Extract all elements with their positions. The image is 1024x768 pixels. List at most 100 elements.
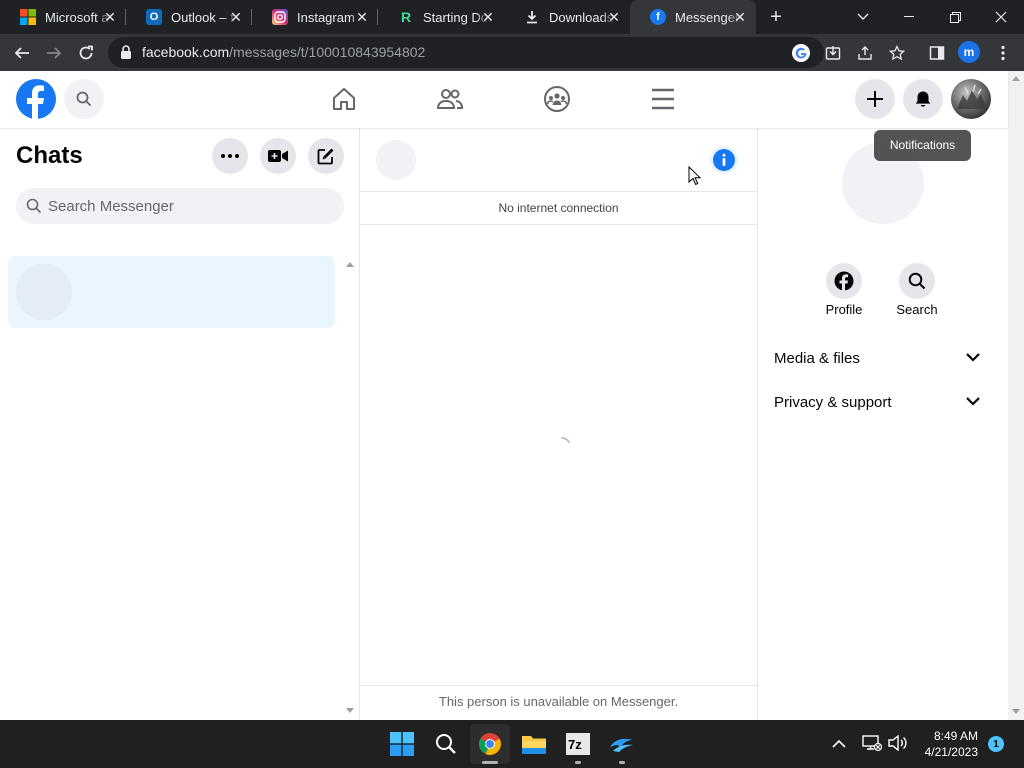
svg-text:7z: 7z: [568, 737, 582, 752]
url-host: facebook.com: [142, 44, 230, 60]
running-indicator: [575, 761, 581, 764]
account-avatar[interactable]: [951, 79, 991, 119]
details-panel: Profile Search Media & files Privacy & s…: [758, 128, 1008, 720]
7zip-icon[interactable]: 7z: [558, 724, 598, 764]
facebook-logo-icon[interactable]: [16, 79, 56, 119]
connection-status: No internet connection: [498, 201, 619, 215]
running-indicator: [482, 761, 498, 764]
notifications-tooltip: Notifications: [874, 130, 971, 161]
divider: [360, 685, 757, 686]
close-icon[interactable]: ✕: [480, 9, 496, 25]
download-icon: [524, 9, 540, 25]
instagram-icon: [272, 9, 288, 25]
network-icon[interactable]: [862, 734, 883, 757]
windows-taskbar: 7z 8:49 AM 4/21/2023 1: [0, 720, 1024, 768]
dolphin-app-icon[interactable]: [602, 724, 642, 764]
tab-outlook[interactable]: O Outlook – f ✕: [126, 0, 252, 34]
show-hidden-icons-icon[interactable]: [832, 736, 846, 754]
close-icon[interactable]: ✕: [732, 9, 748, 25]
tab-downloads[interactable]: Downloads ✕: [504, 0, 630, 34]
windows-start-icon[interactable]: [382, 724, 422, 764]
chat-list-item[interactable]: [8, 256, 335, 328]
google-icon[interactable]: [792, 44, 810, 62]
tab-instagram[interactable]: Instagram - ✕: [252, 0, 378, 34]
video-call-icon[interactable]: [260, 138, 296, 174]
facebook-header: [0, 71, 1008, 128]
chat-avatar-placeholder: [16, 264, 72, 320]
page-scrollbar[interactable]: [1008, 71, 1024, 720]
conversation-info-icon[interactable]: [710, 146, 738, 174]
url-path: /messages/t/100010843954802: [229, 44, 426, 60]
file-explorer-icon[interactable]: [514, 724, 554, 764]
new-message-icon[interactable]: [308, 138, 344, 174]
profile-action-label: Profile: [825, 302, 863, 317]
restore-button[interactable]: [932, 0, 978, 34]
menu-icon[interactable]: [650, 86, 676, 112]
share-icon[interactable]: [852, 40, 878, 66]
more-options-icon[interactable]: [212, 138, 248, 174]
groups-icon[interactable]: [543, 85, 571, 113]
notifications-bell-icon[interactable]: [903, 79, 943, 119]
tab-search-icon[interactable]: [840, 0, 886, 34]
bookmark-star-icon[interactable]: [884, 40, 910, 66]
close-icon[interactable]: ✕: [102, 9, 118, 25]
new-tab-button[interactable]: +: [764, 5, 788, 29]
chevron-down-icon: [966, 397, 980, 406]
minimize-button[interactable]: [886, 0, 932, 34]
search-icon: [26, 198, 42, 219]
conversation-panel: No internet connection This person is un…: [360, 128, 758, 720]
profile-avatar[interactable]: m: [958, 41, 980, 63]
browser-tab-strip: Microsoft a ✕ O Outlook – f ✕ Instagram …: [0, 0, 1024, 34]
forward-button[interactable]: [41, 40, 67, 66]
search-icon[interactable]: [64, 79, 104, 119]
running-indicator: [619, 761, 625, 764]
side-panel-icon[interactable]: [924, 40, 950, 66]
chat-list-scrollbar[interactable]: [342, 256, 358, 718]
r-app-icon: R: [400, 9, 412, 25]
outlook-icon: O: [146, 9, 162, 25]
media-files-section[interactable]: Media & files: [766, 342, 996, 374]
create-icon[interactable]: [855, 79, 895, 119]
lock-icon[interactable]: [120, 45, 132, 64]
search-action-button[interactable]: [899, 263, 935, 299]
facebook-icon: [834, 271, 854, 291]
notification-count-badge[interactable]: 1: [988, 736, 1004, 752]
tab-starting-do[interactable]: R Starting Do ✕: [378, 0, 504, 34]
taskbar-clock[interactable]: 8:49 AM 4/21/2023: [916, 728, 978, 760]
install-app-icon[interactable]: [820, 40, 846, 66]
close-icon[interactable]: ✕: [354, 9, 370, 25]
taskbar-search-icon[interactable]: [426, 724, 466, 764]
profile-action-button[interactable]: [826, 263, 862, 299]
volume-icon[interactable]: [888, 734, 908, 756]
mouse-cursor-icon: [688, 165, 702, 186]
unavailable-notice: This person is unavailable on Messenger.: [438, 694, 679, 709]
chat-list-panel: Chats Search Messenger: [0, 128, 360, 720]
search-placeholder: Search Messenger: [48, 198, 174, 215]
more-menu-icon[interactable]: [990, 40, 1016, 66]
back-button[interactable]: [9, 40, 35, 66]
contact-avatar-placeholder: [376, 140, 416, 180]
loading-spinner-icon: [550, 434, 574, 458]
divider: [360, 224, 757, 225]
browser-toolbar: facebook.com/messages/t/100010843954802 …: [0, 34, 1024, 71]
tab-messenger[interactable]: f Messenger ✕: [630, 0, 756, 34]
search-action-label: Search: [896, 302, 938, 317]
search-icon: [908, 272, 926, 290]
chrome-taskbar-icon[interactable]: [470, 724, 510, 764]
chats-title: Chats: [16, 142, 83, 169]
address-bar[interactable]: facebook.com/messages/t/100010843954802: [108, 37, 824, 68]
reload-button[interactable]: [73, 40, 99, 66]
close-icon[interactable]: ✕: [228, 9, 244, 25]
clock-time: 8:49 AM: [933, 729, 978, 743]
microsoft-logo-icon: [20, 9, 36, 25]
section-label: Media & files: [774, 350, 860, 367]
privacy-support-section[interactable]: Privacy & support: [766, 386, 996, 418]
home-icon[interactable]: [330, 85, 358, 113]
close-window-button[interactable]: [978, 0, 1024, 34]
tab-microsoft[interactable]: Microsoft a ✕: [0, 0, 126, 34]
search-messenger-input[interactable]: Search Messenger: [16, 188, 344, 224]
section-label: Privacy & support: [774, 394, 892, 411]
close-icon[interactable]: ✕: [606, 9, 622, 25]
friends-icon[interactable]: [436, 85, 464, 113]
clock-date: 4/21/2023: [924, 745, 978, 759]
